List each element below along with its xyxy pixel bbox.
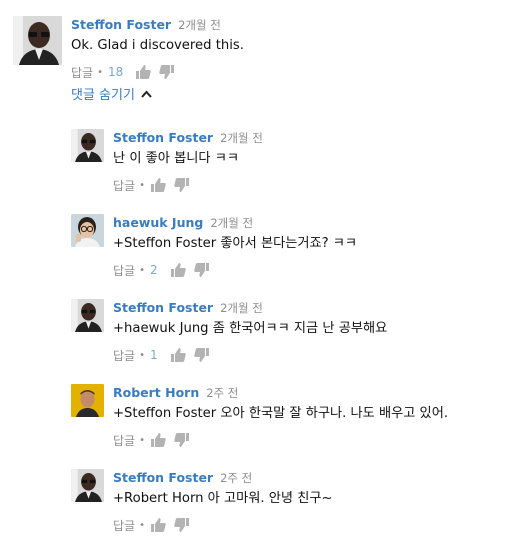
hide-replies-label[interactable]: 댓글 숨기기	[71, 84, 135, 103]
reply-author[interactable]: Robert Horn	[113, 385, 199, 400]
reply-time[interactable]: 2개월 전	[220, 131, 263, 145]
thumbs-up-icon[interactable]	[170, 347, 186, 363]
thumbs-down-icon[interactable]	[174, 432, 190, 448]
like-count: 18	[108, 65, 124, 79]
reply-text: +Robert Horn 아 고마워. 안녕 친구~	[113, 491, 333, 506]
reply-author[interactable]: Steffon Foster	[113, 470, 213, 485]
thumbs-down-icon[interactable]	[193, 262, 210, 278]
reply-author[interactable]: Steffon Foster	[113, 300, 213, 315]
chevron-up-icon[interactable]	[141, 90, 152, 98]
thumbs-up-icon[interactable]	[150, 432, 166, 448]
like-count: 2	[150, 263, 158, 277]
thumbs-up-icon[interactable]	[170, 262, 186, 278]
reply-text: 난 이 좋아 봅니다 ㅋㅋ	[113, 151, 239, 166]
separator-dot: •	[139, 519, 145, 531]
separator-dot: •	[139, 434, 145, 446]
thumbs-up-icon[interactable]	[150, 177, 166, 193]
hide-replies-toggle[interactable]: 댓글 숨기기	[71, 84, 152, 103]
reply-button[interactable]: 답글	[113, 517, 135, 534]
avatar-steffon[interactable]	[71, 299, 104, 332]
reply-text: +haewuk Jung 좀 한국어ㅋㅋ 지금 난 공부해요	[113, 321, 388, 336]
avatar-haewuk[interactable]	[71, 214, 104, 247]
reply-time[interactable]: 2주 전	[206, 386, 238, 400]
reply-actions: 답글 • 1	[113, 346, 387, 364]
reply-button[interactable]: 답글	[113, 432, 135, 449]
like-count: 1	[150, 348, 158, 362]
reply-button[interactable]: 답글	[113, 262, 135, 279]
avatar-steffon[interactable]	[71, 129, 104, 162]
reply-actions: 답글 • 2	[113, 261, 357, 279]
thumbs-down-icon[interactable]	[174, 177, 190, 193]
reply-text: +Steffon Foster 좋아서 본다는거죠? ㅋㅋ	[113, 236, 358, 251]
reply-button[interactable]: 답글	[113, 347, 135, 364]
reply-time[interactable]: 2개월 전	[220, 301, 263, 315]
reply-button[interactable]: 답글	[113, 177, 135, 194]
thumbs-up-icon[interactable]	[150, 517, 166, 533]
reply-actions: 답글 •	[113, 176, 263, 194]
reply-text: +Steffon Foster 오아 한국말 잘 하구나. 나도 배우고 있어.	[113, 406, 449, 421]
comment-text: Ok. Glad i discovered this.	[71, 38, 244, 53]
separator-dot: •	[139, 349, 145, 361]
reply-button[interactable]: 답글	[71, 64, 93, 81]
comment-author[interactable]: Steffon Foster	[71, 17, 171, 32]
thumbs-down-icon[interactable]	[193, 347, 210, 363]
thumbs-down-icon[interactable]	[159, 64, 175, 80]
reply-author[interactable]: Steffon Foster	[113, 130, 213, 145]
avatar-steffon[interactable]	[13, 16, 62, 65]
separator-dot: •	[97, 66, 103, 78]
reply-time[interactable]: 2개월 전	[210, 216, 253, 230]
avatar-robert[interactable]	[71, 384, 104, 417]
reply-actions: 답글 •	[113, 431, 448, 449]
avatar-steffon[interactable]	[71, 469, 104, 502]
reply-actions: 답글 •	[113, 516, 333, 534]
thumbs-down-icon[interactable]	[174, 517, 190, 533]
separator-dot: •	[139, 264, 145, 276]
reply-author[interactable]: haewuk Jung	[113, 215, 203, 230]
comment-actions: 답글 • 18	[71, 63, 244, 81]
separator-dot: •	[139, 179, 145, 191]
reply-time[interactable]: 2주 전	[220, 471, 252, 485]
thumbs-up-icon[interactable]	[135, 64, 152, 80]
comment-time[interactable]: 2개월 전	[178, 18, 221, 32]
